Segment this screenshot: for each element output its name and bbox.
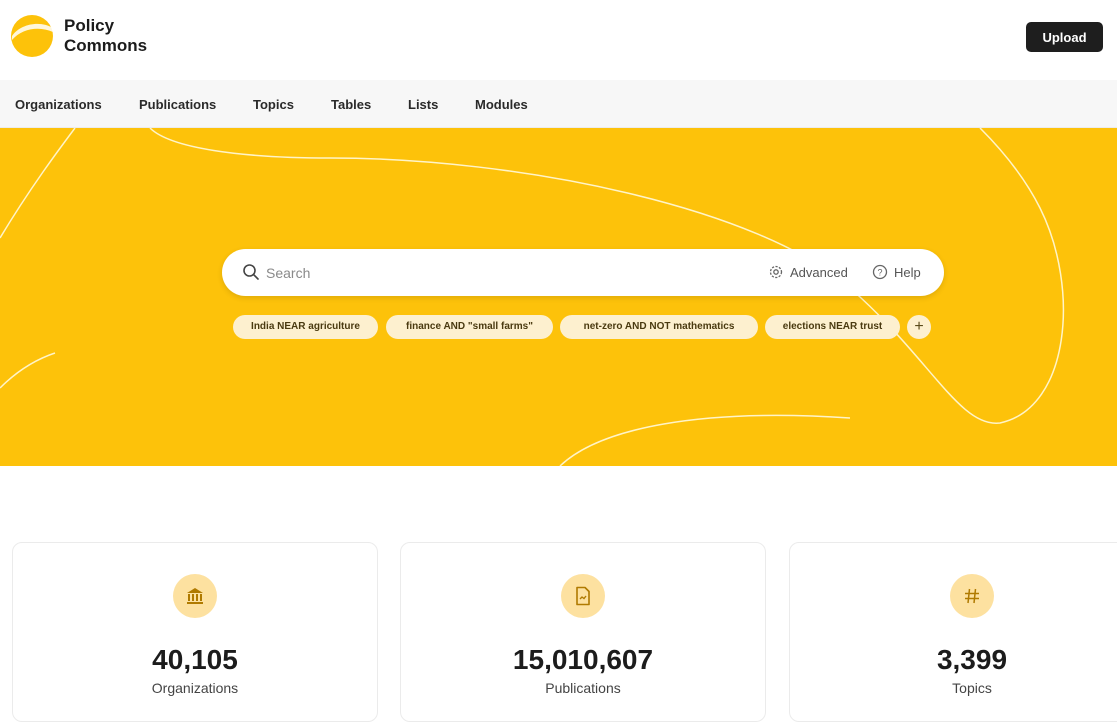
nav-item-lists[interactable]: Lists (408, 97, 438, 112)
add-query-button[interactable]: + (907, 315, 931, 339)
stat-value: 15,010,607 (512, 644, 654, 675)
logo-text-line2: Commons (64, 36, 148, 55)
query-chip[interactable]: net-zero AND NOT mathematics (560, 315, 758, 339)
search-bar: Advanced ? Help (222, 249, 944, 296)
stat-card-topics[interactable]: 3,399 Topics (789, 542, 1117, 722)
top-header: Policy Commons Upload (0, 0, 1117, 80)
logo-text-line1: Policy (64, 16, 115, 35)
hash-icon (950, 574, 994, 618)
stat-label: Topics (952, 680, 992, 696)
nav-item-organizations[interactable]: Organizations (15, 97, 102, 112)
query-chip[interactable]: elections NEAR trust (765, 315, 900, 339)
search-input[interactable] (266, 259, 746, 287)
example-queries: India NEAR agriculture finance AND "smal… (0, 315, 1117, 341)
search-icon (243, 264, 259, 280)
query-chip[interactable]: finance AND "small farms" (386, 315, 553, 339)
query-chip[interactable]: India NEAR agriculture (233, 315, 378, 339)
nav-item-topics[interactable]: Topics (253, 97, 294, 112)
help-button[interactable]: ? Help (872, 264, 921, 280)
stat-card-publications[interactable]: 15,010,607 Publications (400, 542, 766, 722)
upload-button[interactable]: Upload (1026, 22, 1103, 52)
main-nav: Organizations Publications Topics Tables… (0, 80, 1117, 128)
help-label: Help (894, 264, 921, 280)
stat-value: 3,399 (936, 644, 1008, 675)
nav-item-publications[interactable]: Publications (139, 97, 216, 112)
bank-icon (173, 574, 217, 618)
stat-value: 40,105 (152, 644, 238, 675)
hero-banner: Advanced ? Help India NEAR agriculture f… (0, 128, 1117, 466)
nav-item-tables[interactable]: Tables (331, 97, 371, 112)
gear-icon (769, 265, 783, 279)
document-icon (561, 574, 605, 618)
svg-text:?: ? (877, 268, 882, 278)
question-icon: ? (872, 264, 888, 280)
advanced-label: Advanced (790, 264, 848, 280)
logo-icon (11, 15, 53, 57)
advanced-search-button[interactable]: Advanced (768, 264, 848, 280)
stat-card-organizations[interactable]: 40,105 Organizations (12, 542, 378, 722)
nav-item-modules[interactable]: Modules (475, 97, 528, 112)
stat-label: Organizations (151, 680, 239, 696)
decorative-swirl (0, 128, 1065, 466)
logo[interactable]: Policy Commons (10, 14, 147, 58)
stat-label: Publications (545, 680, 621, 696)
logo-text: Policy Commons (64, 16, 147, 56)
